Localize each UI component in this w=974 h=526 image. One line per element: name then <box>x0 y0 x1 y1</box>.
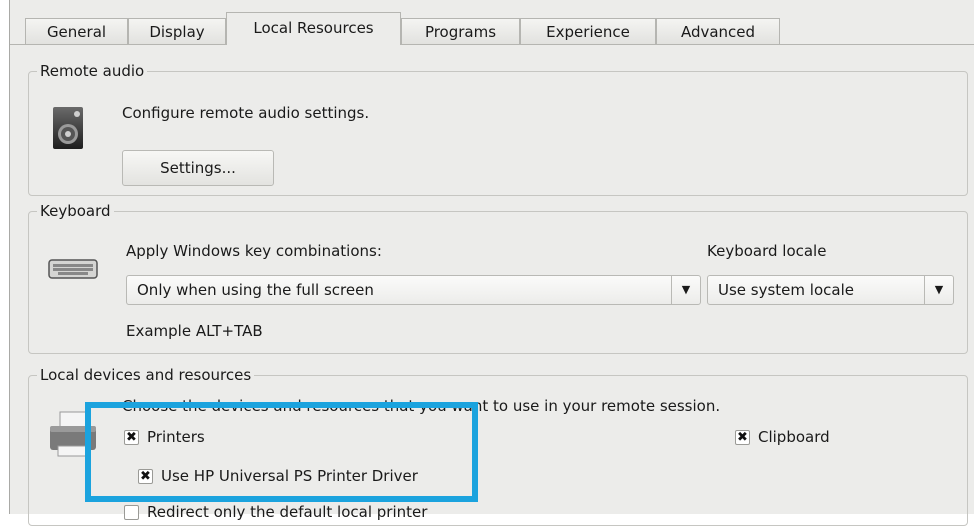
apply-windows-keys-value: Only when using the full screen <box>137 281 374 299</box>
clipboard-checkbox[interactable]: ✖ <box>735 430 750 445</box>
clipboard-label[interactable]: Clipboard <box>758 428 830 446</box>
default-printer-checkbox[interactable] <box>124 505 139 520</box>
apply-windows-keys-label: Apply Windows key combinations: <box>126 242 382 260</box>
remote-audio-legend: Remote audio <box>40 62 145 80</box>
default-printer-label[interactable]: Redirect only the default local printer <box>147 503 427 521</box>
keyboard-locale-value: Use system locale <box>718 281 854 299</box>
audio-settings-button[interactable]: Settings... <box>122 150 274 186</box>
tab-advanced[interactable]: Advanced <box>656 18 780 44</box>
tab-experience[interactable]: Experience <box>520 18 656 44</box>
keyboard-locale-dropdown[interactable]: Use system locale ▼ <box>707 275 954 305</box>
speaker-icon <box>51 105 85 151</box>
highlight-box <box>85 402 478 502</box>
tab-bar: General Display Local Resources Programs… <box>10 0 974 45</box>
keyboard-icon <box>48 257 98 283</box>
tab-local-resources[interactable]: Local Resources <box>226 12 401 45</box>
keyboard-legend: Keyboard <box>40 202 111 220</box>
tab-programs[interactable]: Programs <box>401 18 520 44</box>
check-mark-icon: ✖ <box>737 430 748 445</box>
keyboard-example-text: Example ALT+TAB <box>126 322 263 340</box>
dropdown-arrow-icon[interactable]: ▼ <box>924 276 953 304</box>
tab-general[interactable]: General <box>25 18 128 44</box>
tab-display[interactable]: Display <box>128 18 226 44</box>
keyboard-locale-label: Keyboard locale <box>707 242 827 260</box>
dropdown-arrow-icon[interactable]: ▼ <box>671 276 700 304</box>
local-devices-legend: Local devices and resources <box>40 366 252 384</box>
remote-audio-description: Configure remote audio settings. <box>122 104 370 122</box>
apply-windows-keys-dropdown[interactable]: Only when using the full screen ▼ <box>126 275 701 305</box>
tab-underline <box>10 44 974 45</box>
